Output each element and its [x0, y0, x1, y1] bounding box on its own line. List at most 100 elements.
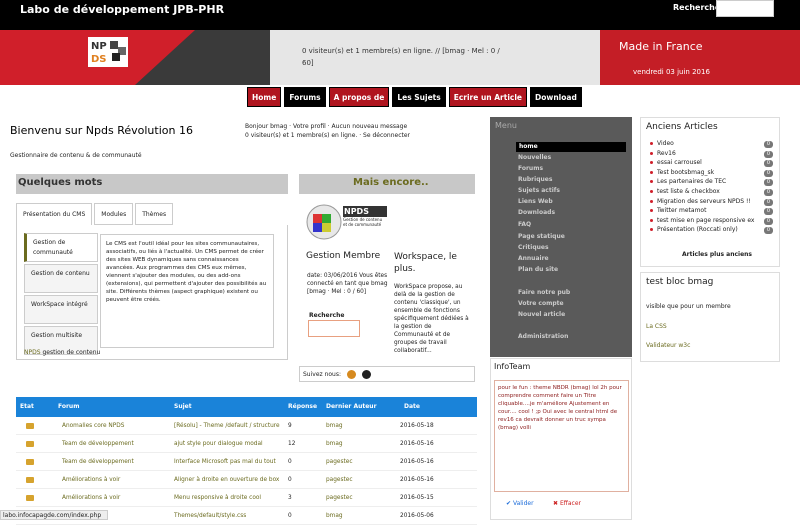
folder-icon	[26, 441, 34, 447]
menu-item-5[interactable]: Liens Web	[518, 198, 553, 205]
test-bloc-text: visible que pour un membre	[646, 303, 731, 310]
menu-item-1[interactable]: Nouvelles	[518, 154, 551, 161]
menu-item-3[interactable]: Rubriques	[518, 176, 552, 183]
article-link[interactable]: Migration des serveurs NPDS !!	[657, 198, 751, 205]
bullet-icon	[650, 199, 653, 203]
mais-encore-header: Mais encore..	[299, 174, 475, 194]
menu-item-2[interactable]: Forums	[518, 165, 543, 172]
row-reponse: 3	[288, 495, 292, 501]
nav-download[interactable]: Download	[530, 87, 582, 107]
row-forum[interactable]: Team de développement	[62, 459, 134, 465]
menu-item-8[interactable]: Page statique	[518, 233, 565, 240]
chat-log[interactable]: pour le fun : theme NBDR (bmag) lol 2h p…	[494, 380, 629, 492]
mais-encore-title: Mais encore..	[353, 177, 429, 188]
article-link[interactable]: Présentation (Roccati only)	[657, 226, 738, 233]
greeting-line-1[interactable]: Bonjour bmag · Votre profil · Aucun nouv…	[245, 122, 485, 131]
older-articles-link[interactable]: Articles plus anciens	[682, 251, 752, 258]
nav-about[interactable]: A propos de	[328, 87, 390, 107]
npds-link[interactable]: NPDS	[24, 349, 41, 356]
nav-write-article[interactable]: Ecrire un Article	[448, 87, 528, 107]
menu-item-15[interactable]: Administration	[518, 333, 568, 340]
article-link[interactable]: Rev16	[657, 150, 676, 157]
article-count-badge: 0	[764, 189, 773, 196]
tab-modules[interactable]: Modules	[94, 203, 134, 225]
row-auteur[interactable]: bmag	[326, 513, 343, 519]
user-greeting: Bonjour bmag · Votre profil · Aucun nouv…	[245, 122, 485, 140]
row-sujet[interactable]: ajut style pour dialogue modal	[174, 441, 263, 447]
npds-gc-text: gestion de contenu	[40, 349, 101, 356]
css-link[interactable]: La CSS	[646, 323, 667, 330]
nav-home[interactable]: Home	[247, 87, 282, 107]
table-row[interactable]: Team de développement Interface Microsoft…	[16, 453, 477, 471]
article-count-badge: 0	[764, 217, 773, 225]
article-count-badge: 0	[764, 208, 773, 216]
w3c-link[interactable]: Validateur w3c	[646, 342, 690, 349]
article-link[interactable]: test liste & checkbox	[657, 188, 720, 195]
menu-item-9[interactable]: Critiques	[518, 244, 549, 251]
rss-icon[interactable]	[346, 370, 356, 379]
row-forum[interactable]: Améliorations à voir	[62, 495, 120, 501]
row-sujet[interactable]: Interface Microsoft pas mal du tout	[174, 459, 276, 465]
row-date: 2016-05-15	[400, 495, 434, 501]
quelques-mots-title: Quelques mots	[18, 177, 103, 188]
search-input[interactable]	[716, 0, 774, 17]
menu-item-0[interactable]: home	[516, 142, 626, 152]
menu-item-7[interactable]: FAQ	[518, 221, 531, 228]
svg-text:NP: NP	[91, 41, 107, 52]
menu-item-14[interactable]: Nouvel article	[518, 311, 565, 318]
row-auteur[interactable]: bmag	[326, 441, 343, 447]
vtab-workspace[interactable]: WorkSpace intégré	[24, 295, 98, 324]
menu-item-13[interactable]: Votre compte	[518, 300, 564, 307]
menu-item-10[interactable]: Annuaire	[518, 255, 549, 262]
article-link[interactable]: essai carrousel	[657, 159, 702, 166]
menu-item-12[interactable]: Faire notre pub	[518, 289, 570, 296]
row-sujet[interactable]: Menu responsive à droite cool	[174, 495, 261, 501]
row-date: 2016-05-06	[400, 513, 434, 519]
search2-label: Recherche	[309, 312, 345, 319]
row-auteur[interactable]: pagestec	[326, 459, 353, 465]
menu-item-6[interactable]: Downloads	[518, 209, 555, 216]
article-link[interactable]: Les partenaires de TEC	[657, 178, 726, 185]
row-reponse: 0	[288, 477, 292, 483]
table-row[interactable]: Améliorations à voir Aligner à droite en …	[16, 471, 477, 489]
table-row[interactable]: Anomalies core NPDS [Résolu] - Theme /def…	[16, 417, 477, 435]
menu-item-11[interactable]: Plan du site	[518, 266, 558, 273]
vtab-contenu[interactable]: Gestion de contenu	[24, 264, 98, 293]
effacer-button[interactable]: ✖ Effacer	[553, 500, 581, 507]
article-count-badge: 0	[764, 169, 773, 177]
npds-logo-icon[interactable]: NP DS	[88, 37, 128, 67]
table-row[interactable]: Team de développement ajut style pour dia…	[16, 435, 477, 453]
table-header: Etat Forum Sujet Réponse Dernier Auteur …	[16, 397, 477, 417]
github-icon[interactable]	[361, 370, 371, 379]
row-auteur[interactable]: pagestec	[326, 477, 353, 483]
menu-item-4[interactable]: Sujets actifs	[518, 187, 560, 194]
row-sujet[interactable]: Aligner à droite en ouverture de box	[174, 477, 279, 483]
tab-themes[interactable]: Thèmes	[135, 203, 174, 225]
article-link[interactable]: Test bootsbmag_sk	[657, 169, 714, 176]
greeting-line-2[interactable]: 0 visiteur(s) et 1 membre(s) en ligne. ·…	[245, 131, 485, 140]
table-row[interactable]: Améliorations à voir Menu responsive à dr…	[16, 489, 477, 507]
vtab-communaute[interactable]: Gestion de communauté	[24, 233, 98, 262]
npds-logo-sub: Gestion de contenu et de communauté	[343, 217, 383, 227]
article-count-badge: 0	[764, 179, 773, 187]
row-auteur[interactable]: pagestec	[326, 495, 353, 501]
member-search-input[interactable]	[308, 320, 360, 337]
tab-presentation[interactable]: Présentation du CMS	[16, 203, 93, 225]
row-forum[interactable]: Anomalies core NPDS	[62, 423, 124, 429]
row-auteur[interactable]: bmag	[326, 423, 343, 429]
nav-topics[interactable]: Les Sujets	[392, 87, 446, 107]
row-forum[interactable]: Team de développement	[62, 441, 134, 447]
bullet-icon	[650, 170, 653, 174]
row-sujet[interactable]: [Résolu] - Theme /default / structure	[174, 423, 280, 429]
site-title[interactable]: Labo de développement JPB-PHR	[20, 3, 224, 16]
nav-forums[interactable]: Forums	[284, 87, 326, 107]
quelques-mots-header: Quelques mots	[16, 174, 288, 194]
anciens-articles-title: Anciens Articles	[646, 122, 718, 132]
article-link[interactable]: Video	[657, 140, 674, 147]
row-sujet[interactable]: Themes/default/style.css	[174, 513, 246, 519]
article-link[interactable]: test mise en page responsive ex	[657, 217, 754, 224]
article-link[interactable]: Twitter metamot	[657, 207, 706, 214]
row-forum[interactable]: Améliorations à voir	[62, 477, 120, 483]
valider-button[interactable]: ✔ Valider	[506, 500, 534, 507]
effacer-label: Effacer	[559, 500, 581, 507]
